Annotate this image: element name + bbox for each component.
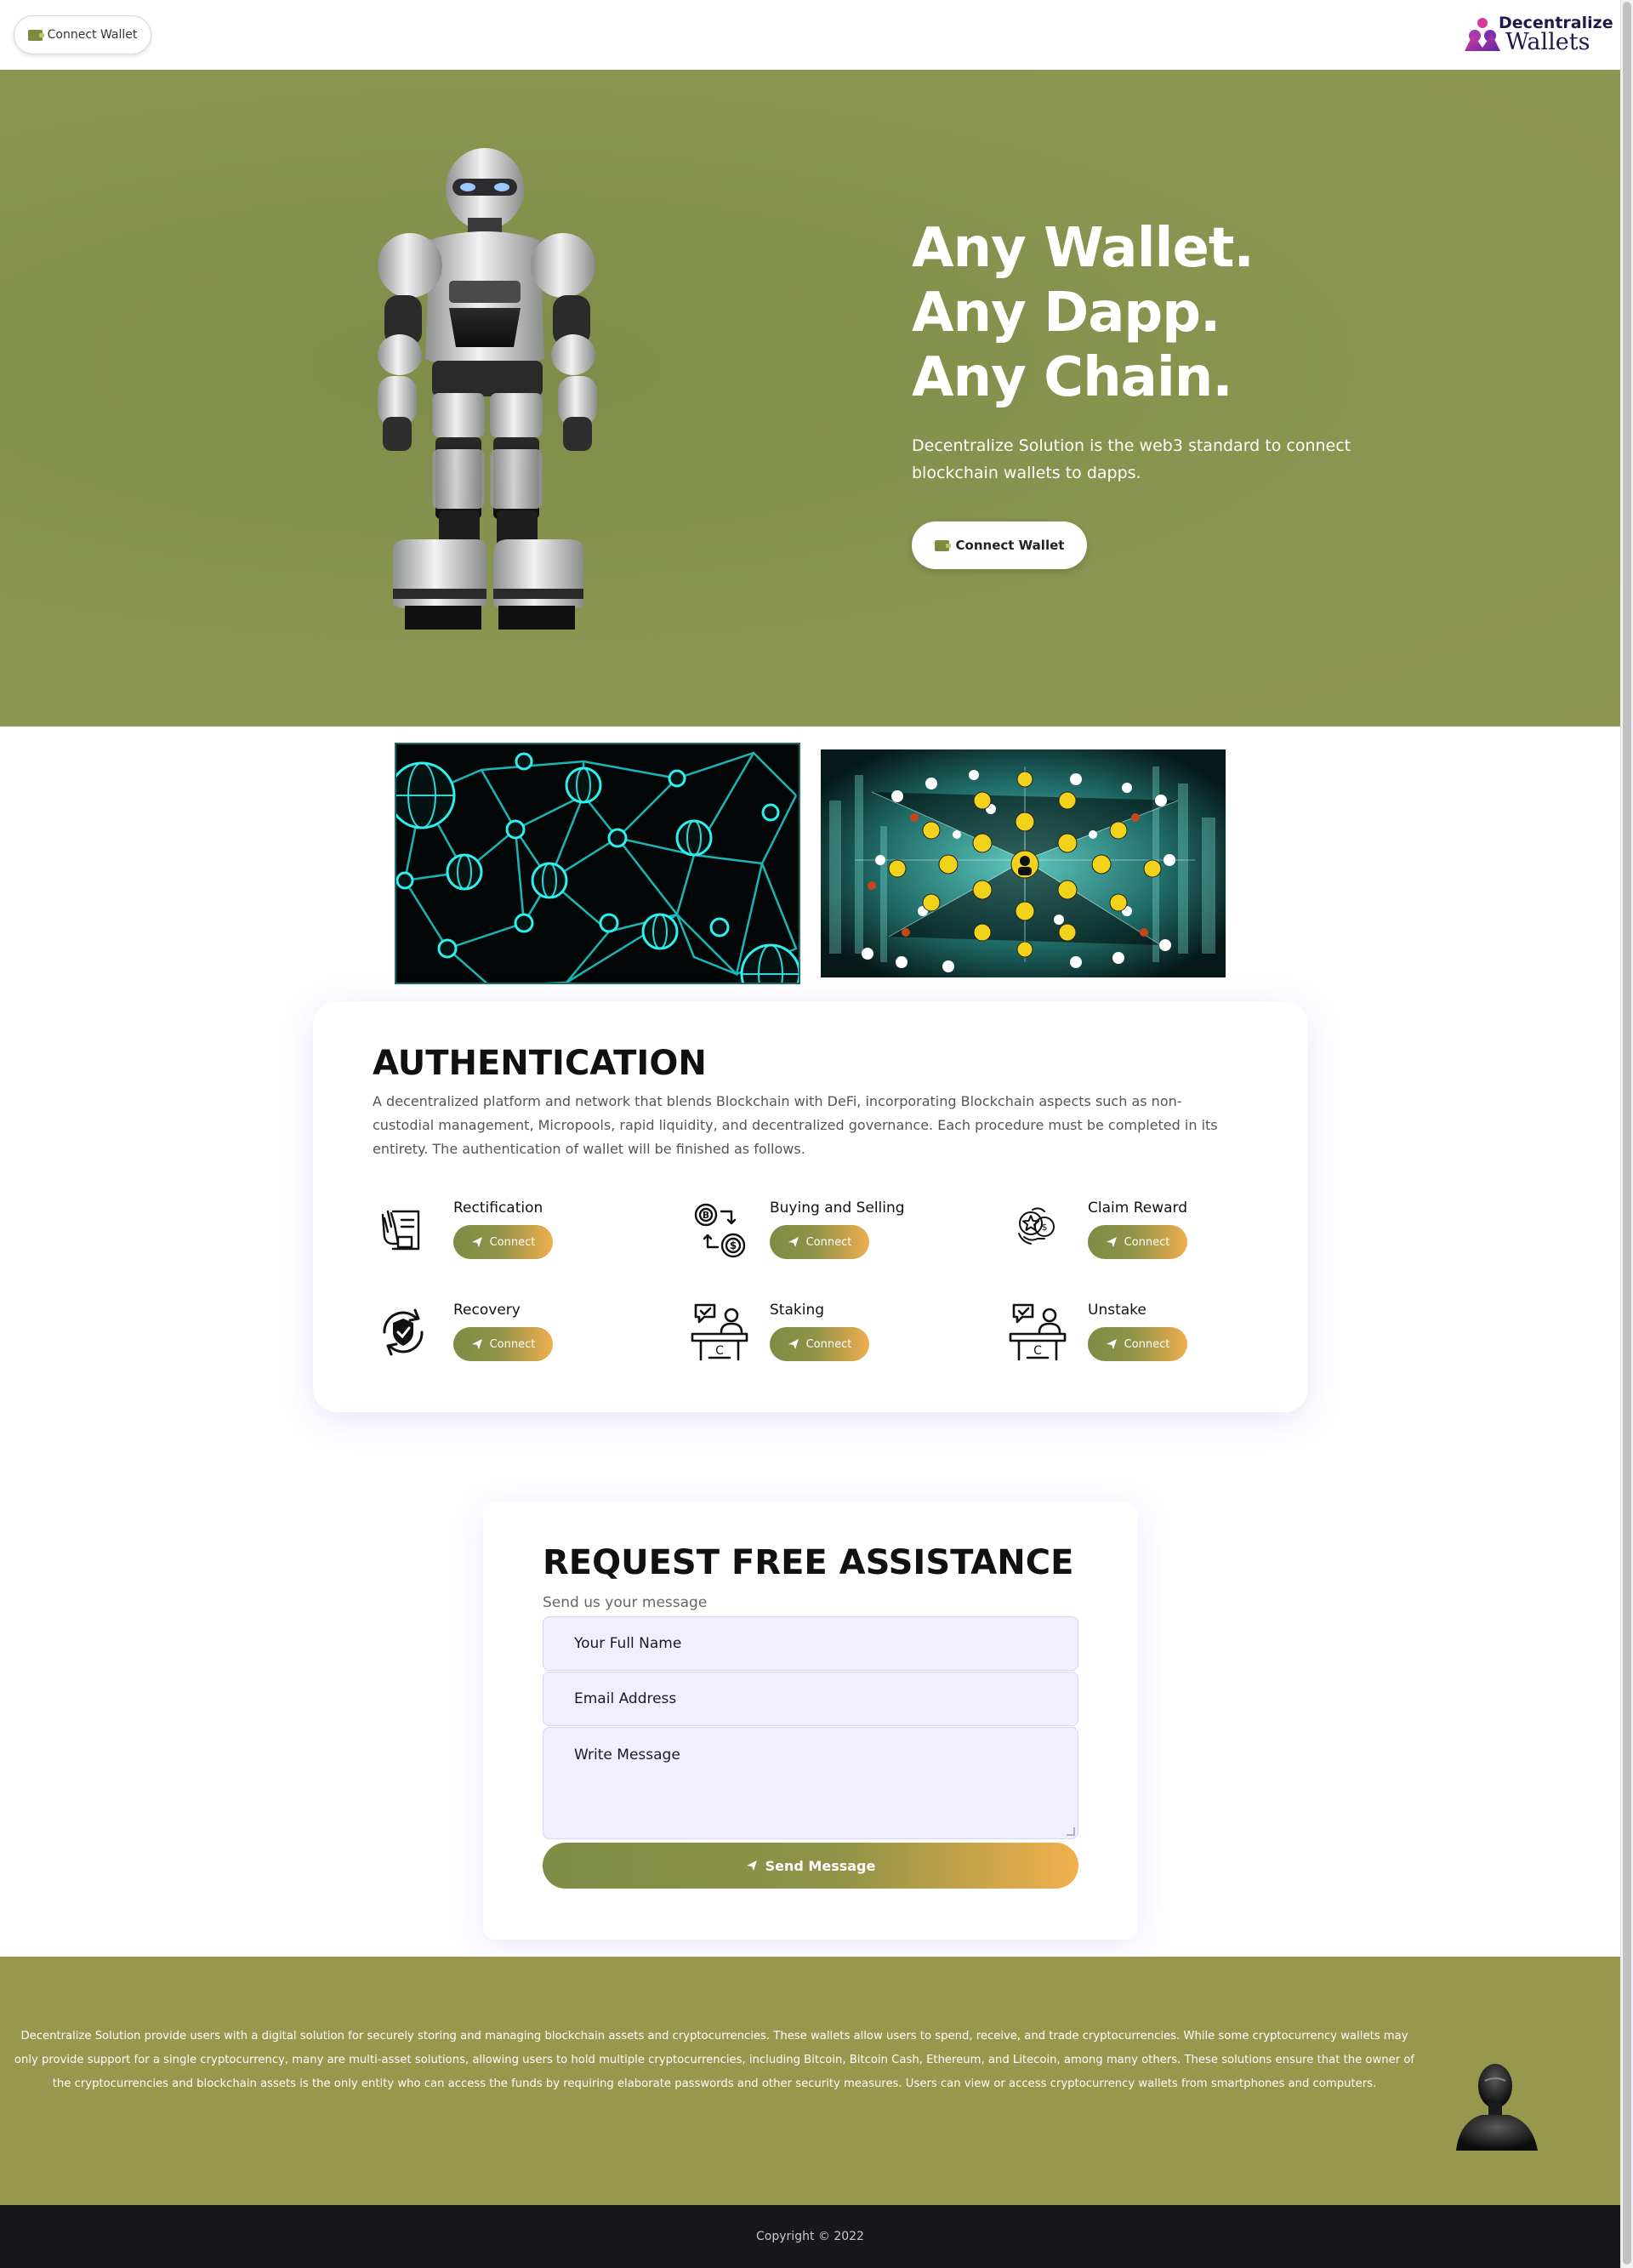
message-placeholder: Write Message bbox=[574, 1747, 680, 1764]
unstake-desk-icon: C bbox=[1009, 1303, 1067, 1361]
hero-title-line1: Any Wallet. bbox=[912, 217, 1255, 280]
feature-label: Unstake bbox=[1088, 1302, 1147, 1319]
authentication-description: A decentralized platform and network tha… bbox=[373, 1093, 1218, 1157]
svg-text:C: C bbox=[715, 1344, 724, 1358]
send-message-label: Send Message bbox=[765, 1857, 876, 1874]
paper-plane-icon bbox=[788, 1237, 799, 1247]
logo-mark-icon bbox=[1465, 18, 1500, 51]
connect-label: Connect bbox=[805, 1337, 852, 1351]
feature-recovery: Recovery Connect bbox=[373, 1302, 653, 1363]
feature-claim-reward: $ Claim Reward Connect bbox=[1007, 1200, 1288, 1261]
paper-plane-icon bbox=[471, 1237, 482, 1247]
svg-text:$: $ bbox=[1042, 1222, 1048, 1233]
paper-plane-icon bbox=[1106, 1339, 1117, 1349]
scrollbar-thumb[interactable] bbox=[1623, 2, 1631, 2265]
page-scrollbar[interactable] bbox=[1620, 0, 1633, 2268]
copyright-text: Copyright © 2022 bbox=[756, 2230, 864, 2243]
paper-plane-icon bbox=[471, 1339, 482, 1349]
hero-title-line3: Any Chain. bbox=[912, 346, 1233, 409]
rectification-connect-button[interactable]: Connect bbox=[453, 1225, 553, 1259]
hero-connect-wallet-button[interactable]: Connect Wallet bbox=[912, 521, 1087, 569]
feature-unstake: C Unstake Connect bbox=[1007, 1302, 1288, 1363]
connect-label: Connect bbox=[489, 1235, 536, 1249]
header-connect-wallet-label: Connect Wallet bbox=[47, 28, 138, 42]
email-input[interactable]: Email Address bbox=[543, 1672, 1078, 1726]
network-globes-image bbox=[395, 743, 800, 984]
paper-plane-icon bbox=[1106, 1237, 1117, 1247]
people-network-image bbox=[821, 749, 1226, 977]
people-network-graphic bbox=[821, 749, 1226, 977]
svg-text:$: $ bbox=[730, 1239, 737, 1251]
crypto-exchange-icon: B $ bbox=[694, 1203, 746, 1258]
feature-label: Recovery bbox=[453, 1302, 521, 1319]
svg-text:B: B bbox=[703, 1210, 709, 1221]
paper-plane-icon bbox=[788, 1339, 799, 1349]
assistance-subtitle: Send us your message bbox=[543, 1594, 708, 1611]
svg-text:C: C bbox=[1033, 1344, 1042, 1358]
claim-reward-connect-button[interactable]: Connect bbox=[1088, 1225, 1187, 1259]
top-bar: Connect Wallet Decentralize Wallets bbox=[0, 0, 1620, 70]
email-placeholder: Email Address bbox=[574, 1690, 677, 1707]
hero-section: Any Wallet. Any Dapp. Any Chain. Decentr… bbox=[0, 70, 1620, 727]
hero-connect-wallet-label: Connect Wallet bbox=[955, 538, 1065, 553]
header-connect-wallet-button[interactable]: Connect Wallet bbox=[14, 15, 151, 54]
document-hand-icon bbox=[381, 1210, 420, 1251]
wallet-icon bbox=[27, 29, 44, 41]
feature-rectification: Rectification Connect bbox=[373, 1200, 653, 1261]
assistance-title: REQUEST FREE ASSISTANCE bbox=[543, 1543, 1074, 1582]
full-name-input[interactable]: Your Full Name bbox=[543, 1616, 1078, 1671]
network-globes-graphic bbox=[396, 751, 799, 983]
footer: Decentralize Solution provide users with… bbox=[0, 1957, 1620, 2205]
shield-recovery-icon bbox=[383, 1308, 424, 1356]
feature-label: Claim Reward bbox=[1088, 1200, 1188, 1217]
feature-label: Buying and Selling bbox=[770, 1200, 905, 1217]
recovery-connect-button[interactable]: Connect bbox=[453, 1327, 553, 1361]
assistance-form-card: REQUEST FREE ASSISTANCE Send us your mes… bbox=[483, 1502, 1138, 1940]
logo-text-bottom: Wallets bbox=[1505, 29, 1590, 55]
reward-coins-icon: $ bbox=[1018, 1207, 1055, 1245]
feature-staking: C Staking Connect bbox=[689, 1302, 970, 1363]
feature-label: Rectification bbox=[453, 1200, 543, 1217]
robot-image bbox=[378, 148, 597, 630]
authentication-title: AUTHENTICATION bbox=[373, 1044, 707, 1083]
staking-desk-icon: C bbox=[691, 1303, 748, 1361]
robot-bust-image bbox=[1456, 2064, 1538, 2151]
hero-title-line2: Any Dapp. bbox=[912, 282, 1220, 345]
connect-label: Connect bbox=[805, 1235, 852, 1249]
footer-description: Decentralize Solution provide users with… bbox=[14, 2030, 1415, 2090]
feature-label: Staking bbox=[770, 1302, 825, 1319]
wallet-icon bbox=[934, 539, 951, 551]
send-message-button[interactable]: Send Message bbox=[543, 1843, 1078, 1889]
staking-connect-button[interactable]: Connect bbox=[770, 1327, 869, 1361]
connect-label: Connect bbox=[1124, 1337, 1170, 1351]
connect-label: Connect bbox=[489, 1337, 536, 1351]
hero-description: Decentralize Solution is the web3 standa… bbox=[912, 436, 1351, 482]
buying-selling-connect-button[interactable]: Connect bbox=[770, 1225, 869, 1259]
hero-title: Any Wallet. Any Dapp. Any Chain. bbox=[912, 216, 1507, 410]
authentication-card: AUTHENTICATION A decentralized platform … bbox=[313, 1001, 1308, 1412]
copyright-bar: Copyright © 2022 bbox=[0, 2205, 1620, 2268]
feature-buying-selling: B $ Buying and Selling Connect bbox=[689, 1200, 970, 1261]
unstake-connect-button[interactable]: Connect bbox=[1088, 1327, 1187, 1361]
paper-plane-icon bbox=[746, 1861, 757, 1871]
resize-handle-icon[interactable] bbox=[1067, 1827, 1075, 1836]
logo[interactable]: Decentralize Wallets bbox=[1463, 12, 1613, 56]
full-name-placeholder: Your Full Name bbox=[574, 1635, 682, 1652]
message-textarea[interactable]: Write Message bbox=[543, 1727, 1078, 1839]
connect-label: Connect bbox=[1124, 1235, 1170, 1249]
